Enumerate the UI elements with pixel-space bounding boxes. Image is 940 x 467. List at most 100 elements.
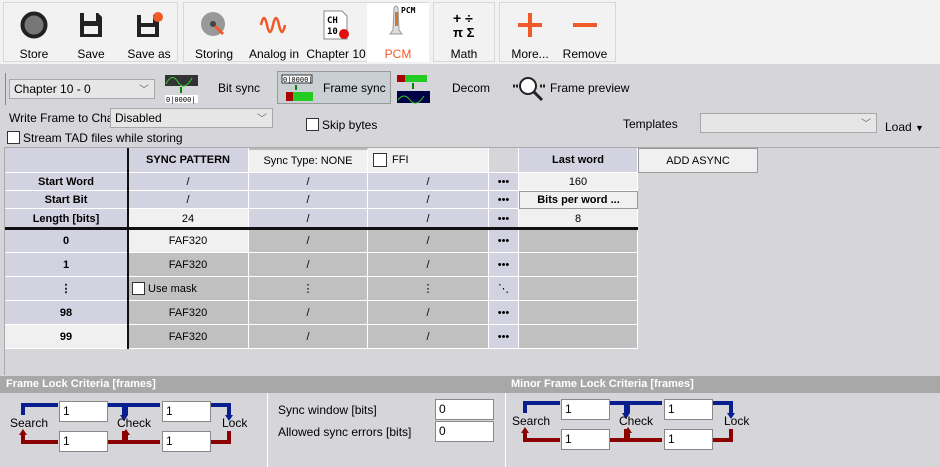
lock-to-check-input[interactable]: 1 xyxy=(664,429,713,450)
grid-cell[interactable] xyxy=(519,253,638,277)
grid-cell[interactable]: / xyxy=(368,253,489,277)
sync-type-header[interactable]: Sync Type: NONE xyxy=(249,148,368,173)
remove-button[interactable]: Remove xyxy=(555,6,615,64)
grid-cell[interactable]: / xyxy=(368,173,489,191)
more-button[interactable]: ••• xyxy=(489,229,519,253)
sync-errors-input[interactable]: 0 xyxy=(435,421,494,442)
chevron-down-icon: ﹀ xyxy=(257,114,267,125)
frame-sync-icon: 0|0000| xyxy=(281,74,313,101)
frame-preview-step[interactable]: Frame preview xyxy=(550,81,629,95)
more-button[interactable]: ••• xyxy=(489,325,519,349)
stream-tad-label: Stream TAD files while storing xyxy=(23,131,183,145)
grid-cell[interactable]: / xyxy=(249,229,368,253)
lock-to-check-input[interactable]: 1 xyxy=(162,431,211,452)
more-button[interactable]: ••• xyxy=(489,191,519,209)
more-button[interactable]: ••• xyxy=(489,253,519,277)
frame-sync-step[interactable]: 0|0000| Frame sync xyxy=(277,71,391,104)
grid-cell[interactable]: Use mask xyxy=(128,277,249,301)
grid-cell[interactable]: FAF320 xyxy=(128,301,249,325)
grid-cell[interactable]: / xyxy=(368,191,489,209)
more-button[interactable]: ••• xyxy=(489,173,519,191)
templates-label: Templates xyxy=(623,117,678,131)
analog-in-button[interactable]: Analog in xyxy=(244,6,304,64)
grid-cell[interactable]: 24 xyxy=(128,209,249,229)
grid-cell[interactable]: ⋮ xyxy=(249,277,368,301)
frame-lock-title: Frame Lock Criteria [frames] xyxy=(0,376,505,393)
minus-icon xyxy=(555,11,615,39)
write-frame-select[interactable]: Disabled ﹀ xyxy=(110,108,273,128)
grid-cell[interactable] xyxy=(519,325,638,349)
last-word-header[interactable]: Last word xyxy=(519,148,638,173)
save-button[interactable]: Save xyxy=(61,6,121,64)
grid-cell[interactable]: Bits per word ... xyxy=(519,191,638,209)
check-to-search-input[interactable]: 1 xyxy=(59,431,108,452)
load-button[interactable]: Load ▼ xyxy=(885,120,924,134)
row-header: Start Bit xyxy=(5,191,128,209)
sync-window-input[interactable]: 0 xyxy=(435,399,494,420)
grid-cell[interactable] xyxy=(519,277,638,301)
grid-cell[interactable]: ⋮ xyxy=(368,277,489,301)
grid-cell[interactable]: FAF320 xyxy=(128,229,249,253)
bit-sync-step[interactable]: Bit sync xyxy=(218,81,260,95)
add-async-button[interactable]: ADD ASYNC xyxy=(638,148,758,173)
more-button[interactable]: ••• xyxy=(489,209,519,229)
grid-cell[interactable]: / xyxy=(249,191,368,209)
magnifier-icon[interactable] xyxy=(512,75,548,106)
grid-cell[interactable]: 8 xyxy=(519,209,638,229)
source-group: Storing Analog in CH 10 Chapter 10 PCM PC… xyxy=(183,2,429,62)
grid-cell[interactable]: / xyxy=(368,325,489,349)
check-to-search-input[interactable]: 1 xyxy=(561,429,610,450)
decom-step[interactable]: Decom xyxy=(452,81,490,95)
svg-text:PCM: PCM xyxy=(401,6,416,15)
edit-group: More... Remove xyxy=(499,2,616,62)
grid-cell[interactable]: / xyxy=(368,229,489,253)
grid-cell[interactable]: / xyxy=(249,173,368,191)
grid-cell[interactable] xyxy=(519,301,638,325)
check-to-lock-input[interactable]: 1 xyxy=(162,401,211,422)
sync-window-label: Sync window [bits] xyxy=(278,403,377,417)
channel-select[interactable]: Chapter 10 - 0 ﹀ xyxy=(9,79,155,99)
sine-wave-icon xyxy=(244,11,304,39)
row-header: 99 xyxy=(5,325,128,349)
save-as-button[interactable]: Save as xyxy=(119,6,179,64)
chapter10-button[interactable]: CH 10 Chapter 10 xyxy=(306,6,366,64)
search-to-check-input[interactable]: 1 xyxy=(561,399,610,420)
chevron-down-icon: ﹀ xyxy=(861,119,871,130)
ffi-checkbox[interactable] xyxy=(373,153,387,167)
templates-select[interactable]: ﹀ xyxy=(700,113,877,133)
grid-cell[interactable]: / xyxy=(368,209,489,229)
grid-cell[interactable]: FAF320 xyxy=(128,325,249,349)
grid-cell[interactable]: / xyxy=(249,325,368,349)
math-group: + ÷ π Σ Math xyxy=(433,2,495,62)
skip-bytes-checkbox[interactable] xyxy=(306,118,319,131)
stream-tad-checkbox[interactable] xyxy=(7,131,20,144)
decom-icon[interactable] xyxy=(396,74,431,107)
row-header: 98 xyxy=(5,301,128,325)
ffi-header[interactable]: FFI xyxy=(368,148,489,173)
check-to-lock-input[interactable]: 1 xyxy=(664,399,713,420)
grid-cell[interactable]: / xyxy=(128,173,249,191)
use-mask-checkbox[interactable] xyxy=(132,282,145,295)
grid-cell[interactable]: / xyxy=(249,253,368,277)
math-button[interactable]: + ÷ π Σ Math xyxy=(434,6,494,64)
storing-button[interactable]: Storing xyxy=(184,6,244,64)
grid-cell[interactable] xyxy=(519,229,638,253)
grid-cell[interactable]: 160 xyxy=(519,173,638,191)
file-group: Store Save Save as xyxy=(3,2,178,62)
search-to-check-input[interactable]: 1 xyxy=(59,401,108,422)
sync-pattern-header: SYNC PATTERN xyxy=(128,148,249,173)
grid-cell[interactable]: / xyxy=(249,301,368,325)
more-button[interactable]: ••• xyxy=(489,301,519,325)
lock-label: Lock xyxy=(724,414,750,428)
grid-cell[interactable]: FAF320 xyxy=(128,253,249,277)
svg-text:CH: CH xyxy=(327,16,338,26)
chevron-down-icon: ﹀ xyxy=(139,85,149,96)
bit-sync-icon[interactable]: 0|0000| xyxy=(164,74,199,107)
search-label: Search xyxy=(512,414,551,428)
grid-cell[interactable]: / xyxy=(249,209,368,229)
more-button[interactable]: ⋱ xyxy=(489,277,519,301)
grid-cell[interactable]: / xyxy=(128,191,249,209)
pcm-button[interactable]: PCM PCM xyxy=(367,3,429,62)
grid-cell[interactable]: / xyxy=(368,301,489,325)
svg-text:+ ÷: + ÷ xyxy=(453,11,473,26)
